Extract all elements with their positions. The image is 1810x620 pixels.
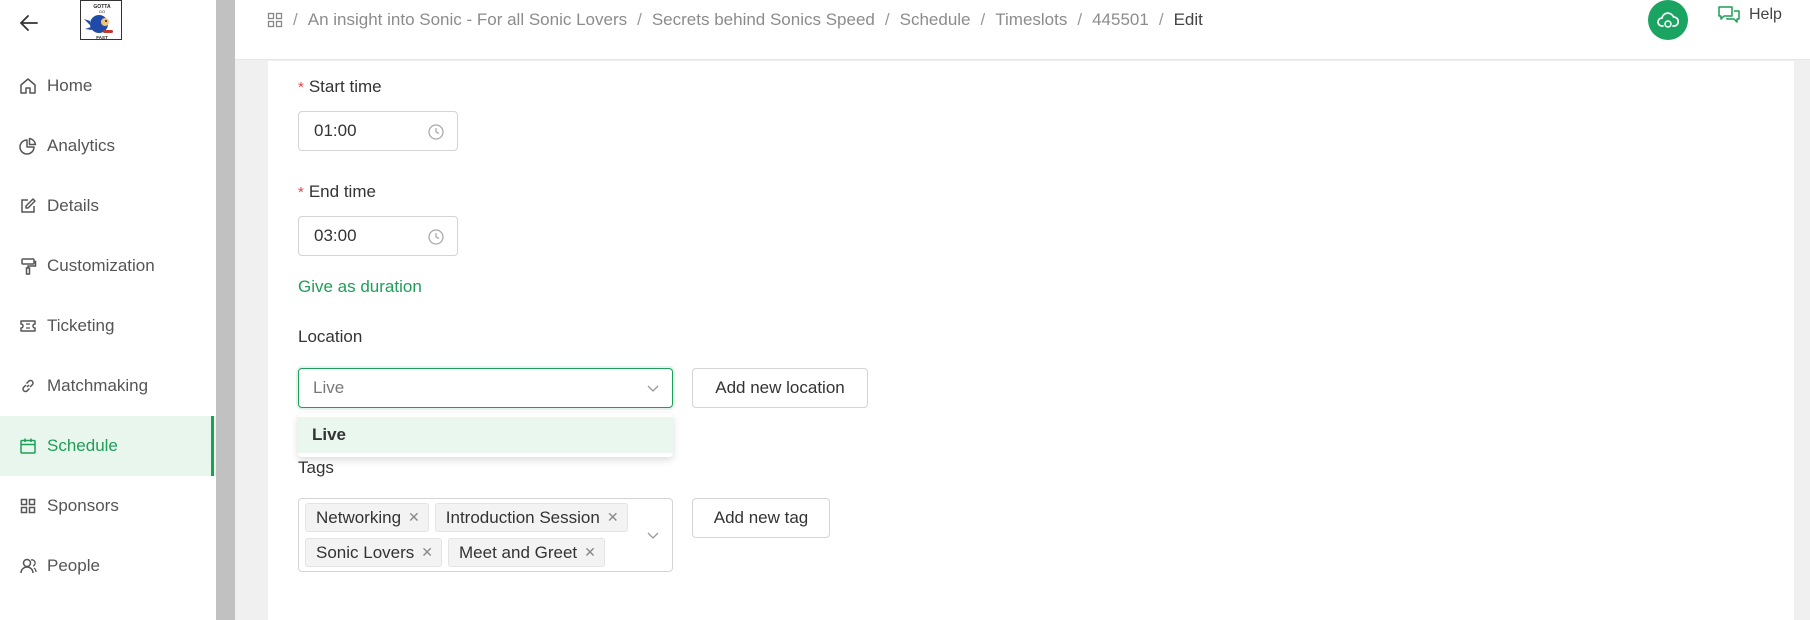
breadcrumb-schedule[interactable]: Schedule: [900, 10, 971, 30]
clock-icon: [427, 123, 445, 141]
svg-text:FAST: FAST: [96, 35, 108, 40]
tags-select[interactable]: Networking ✕ Introduction Session ✕ Sonic …: [298, 498, 673, 572]
sidebar: GOTTA GO FAST Home Analytics Details Cus…: [0, 0, 216, 620]
tag-chip: Introduction Session ✕: [434, 503, 628, 532]
sidebar-item-analytics[interactable]: Analytics: [0, 116, 216, 176]
location-select[interactable]: Live: [298, 368, 673, 408]
start-time-label: * Start time: [298, 77, 382, 96]
location-option-live[interactable]: Live: [298, 417, 673, 453]
calendar-icon: [18, 436, 38, 456]
end-time-input[interactable]: 03:00: [298, 216, 458, 256]
breadcrumb-current: Edit: [1173, 10, 1203, 29]
breadcrumb-separator: /: [980, 10, 986, 29]
clock-icon: [427, 228, 445, 246]
sidebar-item-customization[interactable]: Customization: [0, 236, 216, 296]
event-logo[interactable]: GOTTA GO FAST: [80, 0, 122, 40]
breadcrumb-separator: /: [1077, 10, 1083, 29]
remove-tag-icon[interactable]: ✕: [607, 509, 619, 526]
tag-chip: Meet and Greet ✕: [448, 538, 605, 567]
arrow-left-icon: [20, 15, 38, 31]
start-time-value: 01:00: [314, 121, 357, 140]
location-dropdown: Live: [298, 413, 673, 457]
start-time-input[interactable]: 01:00: [298, 111, 458, 151]
sidebar-item-label: Home: [47, 76, 93, 95]
sidebar-scrollbar[interactable]: [216, 0, 235, 620]
remove-tag-icon[interactable]: ✕: [408, 509, 420, 526]
grid-icon: [18, 496, 38, 516]
timeslot-edit-form: * Start time 01:00 * End time 03:00 Give a…: [268, 61, 1794, 620]
paint-roller-icon: [18, 256, 38, 276]
end-time-value: 03:00: [314, 226, 357, 245]
breadcrumb: / An insight into Sonic - For all Sonic …: [267, 0, 1203, 40]
sidebar-item-label: Customization: [47, 256, 155, 275]
pie-chart-icon: [18, 136, 38, 156]
edit-icon: [18, 196, 38, 216]
cloud-sync-icon: [1657, 12, 1679, 28]
svg-text:GO: GO: [99, 9, 105, 14]
breadcrumb-separator: /: [884, 10, 890, 29]
link-icon: [18, 376, 38, 396]
breadcrumb-separator: /: [637, 10, 642, 29]
home-icon: [18, 76, 38, 96]
breadcrumb-event[interactable]: An insight into Sonic - For all Sonic Lo…: [308, 10, 627, 30]
location-selected-value: Live: [313, 378, 345, 397]
sidebar-item-home[interactable]: Home: [0, 56, 216, 116]
sidebar-item-label: Analytics: [47, 136, 116, 155]
breadcrumb-separator: /: [1158, 10, 1164, 29]
sidebar-item-ticketing[interactable]: Ticketing: [0, 296, 216, 356]
tags-label: Tags: [298, 458, 334, 477]
top-header: / An insight into Sonic - For all Sonic …: [235, 0, 1810, 60]
sidebar-item-label: Sponsors: [47, 496, 119, 515]
give-as-duration-link[interactable]: Give as duration: [298, 277, 422, 297]
sidebar-item-people[interactable]: People: [0, 536, 216, 596]
breadcrumb-session[interactable]: Secrets behind Sonics Speed: [652, 10, 875, 30]
end-time-label: * End time: [298, 182, 376, 201]
sidebar-item-label: Schedule: [47, 436, 118, 455]
sidebar-nav: Home Analytics Details Customization Tic…: [0, 56, 216, 596]
sidebar-item-matchmaking[interactable]: Matchmaking: [0, 356, 216, 416]
tag-chip: Networking ✕: [305, 503, 429, 532]
ticket-icon: [18, 316, 38, 336]
people-icon: [18, 556, 38, 576]
add-new-location-button[interactable]: Add new location: [692, 368, 868, 408]
remove-tag-icon[interactable]: ✕: [584, 544, 596, 561]
sync-button[interactable]: [1648, 0, 1688, 40]
sidebar-item-schedule[interactable]: Schedule: [0, 416, 216, 476]
required-marker: *: [298, 184, 304, 201]
tag-chip: Sonic Lovers ✕: [305, 538, 443, 567]
back-button[interactable]: [14, 8, 44, 38]
breadcrumb-separator: /: [293, 10, 298, 29]
required-marker: *: [298, 79, 304, 96]
sidebar-item-label: Ticketing: [47, 316, 115, 335]
chat-bubbles-icon: [1717, 5, 1741, 25]
sidebar-item-label: Details: [47, 196, 99, 215]
breadcrumb-timeslot-id[interactable]: 445501: [1092, 10, 1149, 30]
scrollbar-thumb[interactable]: [216, 0, 235, 620]
sidebar-item-label: People: [47, 556, 100, 575]
help-button[interactable]: Help: [1717, 5, 1782, 25]
sidebar-item-label: Matchmaking: [47, 376, 149, 395]
add-new-tag-button[interactable]: Add new tag: [692, 498, 830, 538]
chevron-down-icon: [646, 381, 660, 395]
location-label: Location: [298, 327, 363, 346]
chevron-down-icon: [646, 528, 660, 542]
sidebar-item-sponsors[interactable]: Sponsors: [0, 476, 216, 536]
help-label: Help: [1749, 6, 1782, 23]
remove-tag-icon[interactable]: ✕: [421, 544, 433, 561]
apps-grid-icon[interactable]: [267, 12, 283, 28]
sidebar-item-details[interactable]: Details: [0, 176, 216, 236]
breadcrumb-timeslots[interactable]: Timeslots: [995, 10, 1067, 30]
